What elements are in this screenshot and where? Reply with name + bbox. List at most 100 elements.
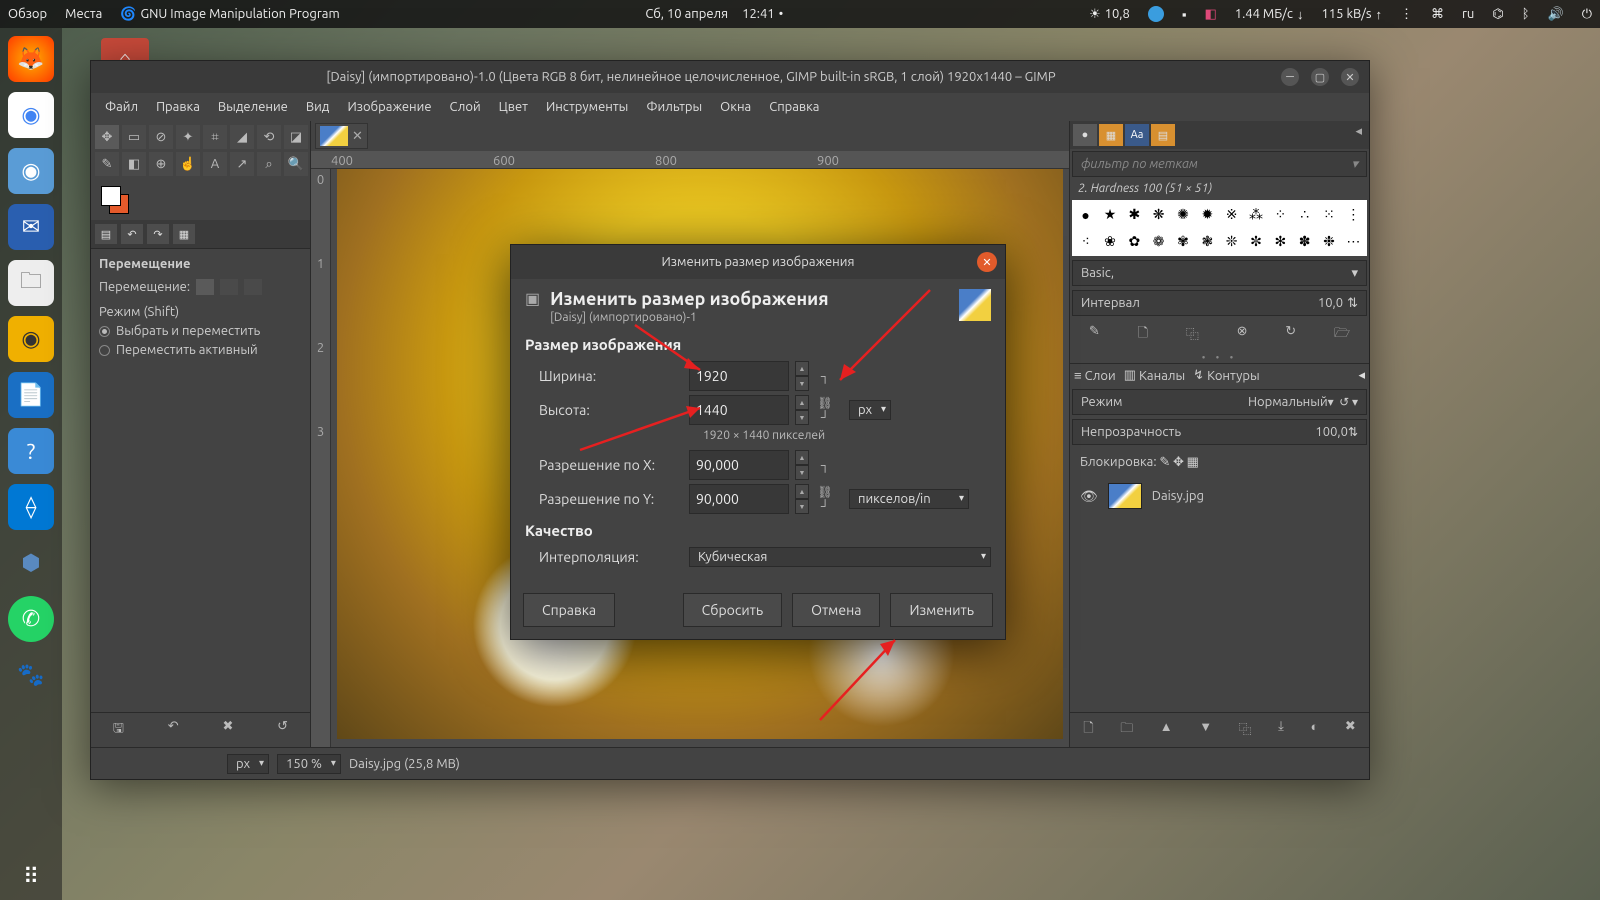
- brush-edit-icon[interactable]: ✎: [1089, 324, 1100, 346]
- window-titlebar[interactable]: [Daisy] (импортировано)-1.0 (Цвета RGB 8…: [91, 61, 1369, 93]
- tray-dots[interactable]: ⋮: [1400, 7, 1413, 22]
- radio-pick[interactable]: Выбрать и переместить: [99, 324, 302, 338]
- close-button[interactable]: ✕: [1341, 68, 1359, 86]
- activities[interactable]: Обзор: [8, 7, 47, 21]
- width-input[interactable]: 1920: [689, 361, 789, 391]
- height-up[interactable]: ▲: [795, 395, 809, 410]
- move-path-icon[interactable]: [244, 279, 262, 295]
- rotate-tool[interactable]: ◢: [230, 125, 254, 149]
- help-button[interactable]: Справка: [523, 593, 615, 627]
- weather-indicator[interactable]: ☀ 10,8: [1089, 7, 1130, 22]
- toolopt-reset-icon[interactable]: ↺: [277, 719, 288, 741]
- layer-merge-icon[interactable]: ⤓: [1278, 719, 1284, 741]
- radio-active[interactable]: Переместить активный: [99, 343, 302, 357]
- layer-new-icon[interactable]: 🗋: [1083, 719, 1093, 741]
- brush-preset[interactable]: Basic,▾: [1072, 260, 1367, 286]
- toolopt-delete-icon[interactable]: ✖: [222, 719, 233, 741]
- bucket-tool[interactable]: ◪: [284, 125, 308, 149]
- visibility-icon[interactable]: 👁: [1080, 488, 1098, 505]
- menu-layer[interactable]: Слой: [442, 98, 489, 116]
- rect-select-tool[interactable]: ▭: [122, 125, 146, 149]
- cancel-button[interactable]: Отмена: [792, 593, 880, 627]
- tool-options-tab[interactable]: ▤: [95, 224, 117, 244]
- layer-mask-icon[interactable]: ◐: [1310, 719, 1318, 741]
- chromium-icon[interactable]: ◉: [8, 148, 54, 194]
- menu-file[interactable]: Файл: [97, 98, 146, 116]
- lock-alpha-icon[interactable]: ▦: [1187, 455, 1199, 470]
- zoom-select[interactable]: 150 %: [277, 754, 341, 774]
- free-select-tool[interactable]: ⊘: [149, 125, 173, 149]
- tray-icon[interactable]: ▪: [1182, 7, 1187, 22]
- lock-pixels-icon[interactable]: ✎: [1159, 455, 1170, 470]
- power-icon[interactable]: ⏻: [1582, 7, 1592, 22]
- lock-position-icon[interactable]: ✥: [1173, 455, 1184, 470]
- fonts-tab[interactable]: Aa: [1125, 124, 1149, 146]
- layer-up-icon[interactable]: ▲: [1160, 719, 1173, 741]
- bluetooth-icon[interactable]: ᛒ: [1522, 7, 1530, 21]
- tab-close-icon[interactable]: ✕: [352, 129, 363, 144]
- spacing-field[interactable]: Интервал10,0⇅: [1072, 290, 1367, 316]
- pencil-tool[interactable]: ✎: [95, 152, 119, 176]
- device-tab[interactable]: ↶: [121, 224, 143, 244]
- layer-dup-icon[interactable]: ⿻: [1239, 719, 1252, 741]
- menu-tools[interactable]: Инструменты: [538, 98, 636, 116]
- res-chain-icon[interactable]: ⛓┘: [815, 485, 835, 513]
- a11y-icon[interactable]: ⌘: [1431, 7, 1444, 22]
- opacity-field[interactable]: Непрозрачность100,0 ⇅: [1072, 419, 1367, 445]
- image-tab[interactable]: ✕: [315, 123, 368, 149]
- patterns-tab[interactable]: ▦: [1099, 124, 1123, 146]
- text-tool[interactable]: A: [203, 152, 227, 176]
- menu-help[interactable]: Справка: [761, 98, 827, 116]
- move-tool[interactable]: ✥: [95, 125, 119, 149]
- brush-grid[interactable]: ●★✱❋✺✹※⁂⁘∴⁙⋮ ⁖❀✿❁✾❃❊✼✻✽❉⋯: [1072, 200, 1367, 256]
- vscode-icon[interactable]: ⟠: [8, 484, 54, 530]
- brushes-tab[interactable]: ●: [1073, 124, 1097, 146]
- dialog-close-button[interactable]: ✕: [977, 252, 997, 272]
- move-selection-icon[interactable]: [220, 279, 238, 295]
- smudge-tool[interactable]: ☝: [176, 152, 200, 176]
- dock-separator[interactable]: • • •: [1070, 352, 1369, 363]
- menu-image[interactable]: Изображение: [339, 98, 439, 116]
- clone-tool[interactable]: ⊕: [149, 152, 173, 176]
- chain-icon[interactable]: ⛓┘: [815, 396, 835, 424]
- brush-dup-icon[interactable]: ⿻: [1186, 324, 1199, 346]
- toolopt-restore-icon[interactable]: ↶: [168, 719, 179, 741]
- channels-tab[interactable]: ▥ Каналы: [1124, 368, 1185, 383]
- brush-refresh-icon[interactable]: ↻: [1285, 324, 1296, 346]
- files-icon[interactable]: 🗀: [8, 260, 54, 306]
- width-down[interactable]: ▼: [795, 376, 809, 391]
- virtualbox-icon[interactable]: ⬢: [8, 540, 54, 586]
- zoom-tool[interactable]: 🔍: [284, 152, 308, 176]
- layer-group-icon[interactable]: 🗀: [1120, 719, 1133, 741]
- chrome-icon[interactable]: ◉: [8, 92, 54, 138]
- dock-menu-icon[interactable]: ◂: [1351, 124, 1366, 146]
- undo-tab[interactable]: ↷: [147, 224, 169, 244]
- menu-color[interactable]: Цвет: [491, 98, 536, 116]
- layers-tab[interactable]: ≡ Слои: [1074, 368, 1116, 383]
- toolopt-save-icon[interactable]: 🖫: [113, 719, 124, 741]
- app-menu[interactable]: 🌀 GNU Image Manipulation Program: [120, 7, 339, 22]
- reset-button[interactable]: Сбросить: [683, 593, 782, 627]
- warp-tool[interactable]: ⟲: [257, 125, 281, 149]
- menu-windows[interactable]: Окна: [712, 98, 759, 116]
- layer-down-icon[interactable]: ▼: [1199, 719, 1212, 741]
- color-swatch[interactable]: [91, 180, 310, 220]
- menu-edit[interactable]: Правка: [148, 98, 208, 116]
- layer-delete-icon[interactable]: ✖: [1345, 719, 1356, 741]
- whatsapp-icon[interactable]: ✆: [8, 596, 54, 642]
- width-up[interactable]: ▲: [795, 361, 809, 376]
- picker-tool[interactable]: ⌕: [257, 152, 281, 176]
- resy-input[interactable]: 90,000: [689, 484, 789, 514]
- minimize-button[interactable]: ─: [1281, 68, 1299, 86]
- eraser-tool[interactable]: ◧: [122, 152, 146, 176]
- dialog-titlebar[interactable]: Изменить размер изображения ✕: [511, 245, 1005, 279]
- brush-filter[interactable]: фильтр по меткам▾: [1072, 151, 1367, 177]
- network-icon[interactable]: ⌬: [1492, 7, 1503, 22]
- menu-select[interactable]: Выделение: [210, 98, 296, 116]
- history-tab[interactable]: ▤: [1151, 124, 1175, 146]
- height-input[interactable]: 1440: [689, 395, 789, 425]
- resx-input[interactable]: 90,000: [689, 450, 789, 480]
- height-down[interactable]: ▼: [795, 410, 809, 425]
- writer-icon[interactable]: 📄: [8, 372, 54, 418]
- move-layer-icon[interactable]: [196, 279, 214, 295]
